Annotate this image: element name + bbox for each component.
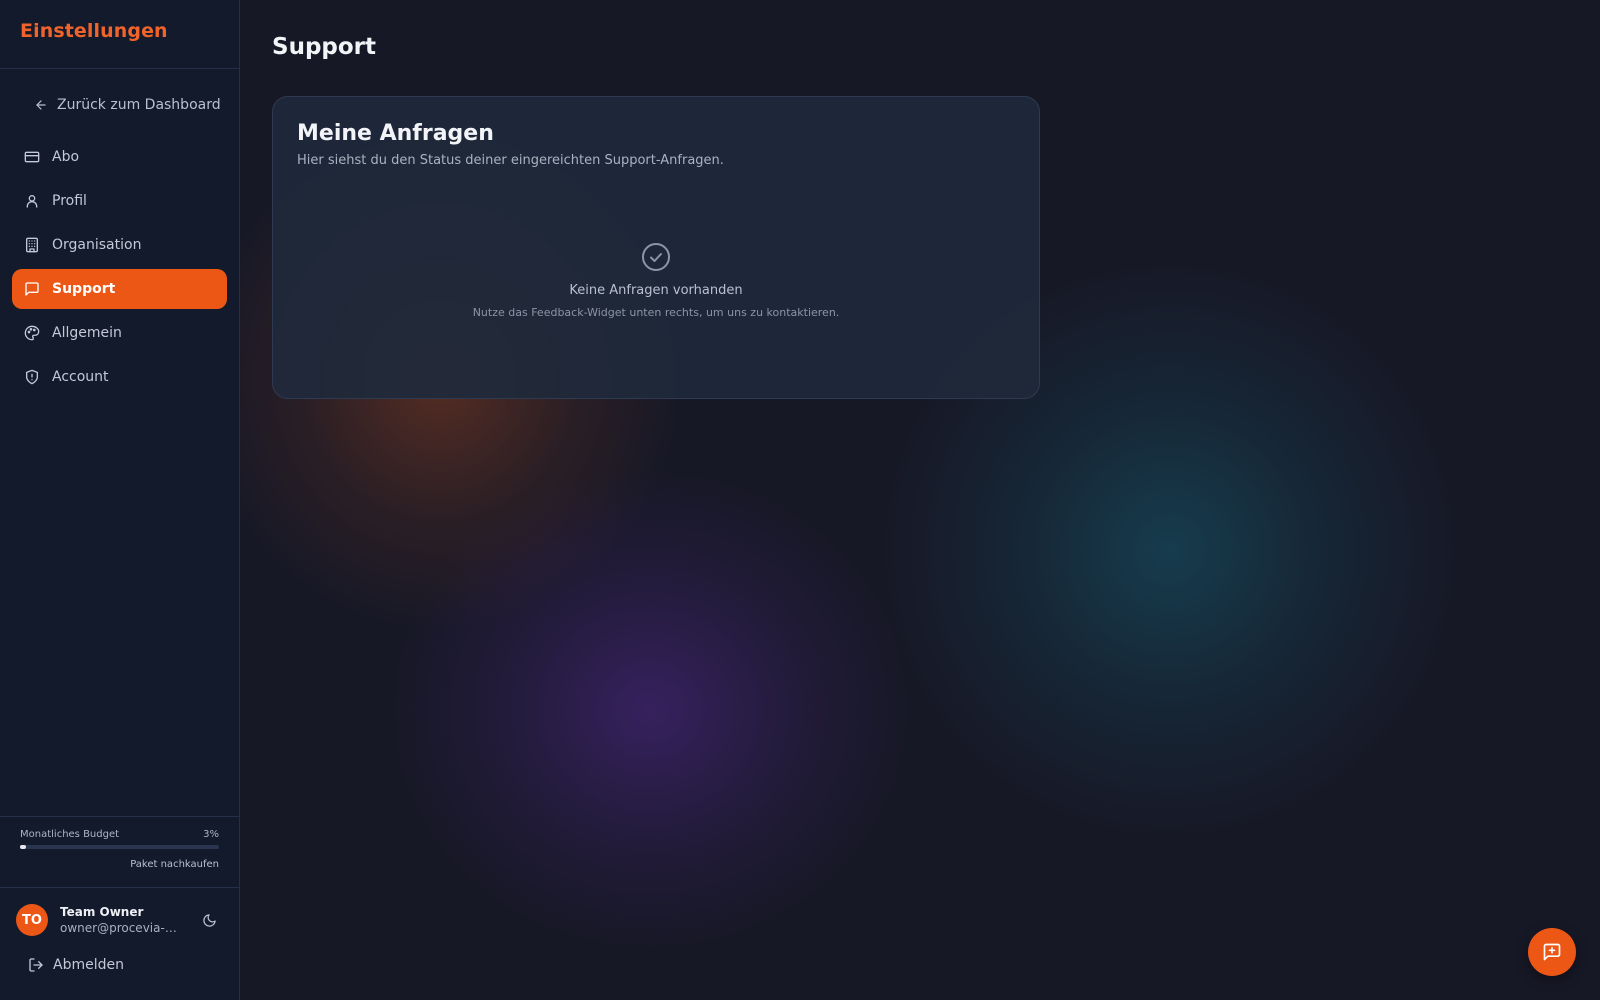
budget-panel: Monatliches Budget 3% Paket nachkaufen [0,816,239,887]
empty-state-subtitle: Nutze das Feedback-Widget unten rechts, … [472,306,840,319]
budget-progress-fill [20,845,26,849]
budget-progress-bar [20,845,219,849]
sidebar-item-allgemein[interactable]: Allgemein [12,313,227,353]
sidebar-item-account[interactable]: Account [12,357,227,397]
moon-icon [202,913,216,927]
credit-card-icon [24,149,40,165]
sidebar-header: Einstellungen [0,0,239,69]
sidebar-item-abo[interactable]: Abo [12,137,227,177]
user-panel: TO Team Owner owner@procevia-te... Abmel… [0,887,239,1000]
buy-package-link[interactable]: Paket nachkaufen [20,859,219,870]
avatar: TO [16,904,48,936]
budget-percent: 3% [203,829,219,840]
sidebar-item-label: Support [52,281,116,297]
sidebar-item-label: Allgemein [52,325,122,341]
main-content: Support Meine Anfragen Hier siehst du de… [240,0,1600,1000]
log-out-icon [29,958,43,972]
sidebar-item-label: Account [52,369,109,385]
feedback-widget-button[interactable] [1528,928,1576,976]
arrow-left-icon [36,100,46,110]
sidebar-title: Einstellungen [20,20,168,42]
requests-card: Meine Anfragen Hier siehst du den Status… [272,96,1040,399]
budget-label: Monatliches Budget [20,829,120,840]
card-title: Meine Anfragen [297,121,494,146]
message-plus-icon [1543,943,1561,961]
theme-toggle-button[interactable] [195,906,223,934]
user-email: owner@procevia-te... [60,921,178,935]
sidebar-nav: Zurück zum Dashboard Abo Profil Organisa… [0,69,239,816]
empty-state-title: Keine Anfragen vorhanden [569,283,743,298]
user-icon [24,193,40,209]
sidebar: Einstellungen Zurück zum Dashboard Abo P… [0,0,240,1000]
sidebar-item-profil[interactable]: Profil [12,181,227,221]
card-subtitle: Hier siehst du den Status deiner eingere… [297,153,724,168]
user-name: Team Owner [60,905,144,919]
back-to-dashboard-label: Zurück zum Dashboard [57,97,221,113]
sidebar-item-label: Organisation [52,237,142,253]
message-square-icon [24,281,40,297]
sidebar-item-label: Abo [52,149,80,165]
page-title: Support [272,34,377,60]
sidebar-item-label: Profil [52,193,87,209]
sidebar-item-organisation[interactable]: Organisation [12,225,227,265]
logout-label: Abmelden [53,957,124,973]
sidebar-item-support[interactable]: Support [12,269,227,309]
shield-icon [24,369,40,385]
building-icon [24,237,40,253]
back-to-dashboard-link[interactable]: Zurück zum Dashboard [12,85,227,125]
logout-button[interactable]: Abmelden [16,950,223,980]
check-circle-icon [640,241,672,273]
empty-state: Keine Anfragen vorhanden Nutze das Feedb… [273,243,1039,319]
palette-icon [24,325,40,341]
